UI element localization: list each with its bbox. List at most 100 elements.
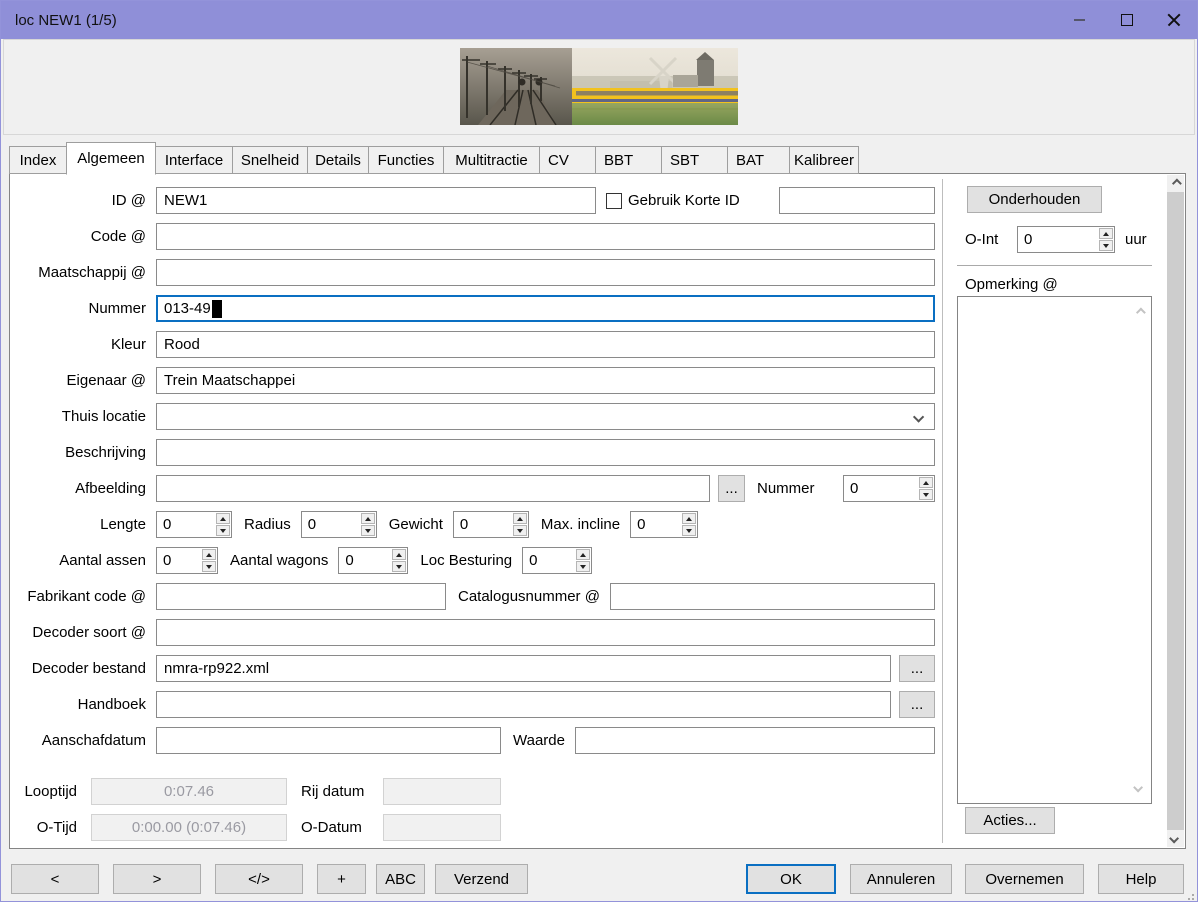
tab-sbt[interactable]: SBT — [661, 146, 728, 174]
onderhouden-button[interactable]: Onderhouden — [967, 186, 1102, 213]
panel-scrollbar[interactable] — [1167, 175, 1184, 847]
fabrikant-code-input[interactable] — [156, 583, 446, 610]
opmerking-label: Opmerking @ — [965, 276, 1152, 293]
spin-down-button[interactable] — [392, 561, 406, 572]
tab-interface[interactable]: Interface — [155, 146, 233, 174]
looptijd-field: 0:07.46 — [91, 778, 287, 805]
chevron-down-icon — [1169, 834, 1179, 844]
abc-button[interactable]: ABC — [376, 864, 425, 894]
maximize-button[interactable] — [1103, 1, 1150, 39]
max-incline-spinner[interactable]: 0 — [630, 511, 698, 538]
title-bar[interactable]: loc NEW1 (1/5) — [1, 1, 1197, 39]
row-nummer: Nummer 013-49 — [10, 295, 935, 322]
gebruik-korte-id-checkbox[interactable] — [606, 193, 622, 209]
tab-bbt[interactable]: BBT — [595, 146, 662, 174]
spin-up-button[interactable] — [361, 513, 375, 524]
close-button[interactable] — [1150, 1, 1197, 39]
decoder-soort-input[interactable] — [156, 619, 935, 646]
spin-up-button[interactable] — [1099, 228, 1113, 239]
spin-up-button[interactable] — [682, 513, 696, 524]
short-id-input[interactable] — [779, 187, 935, 214]
spin-up-button[interactable] — [513, 513, 527, 524]
lengte-spinner[interactable]: 0 — [156, 511, 232, 538]
aantal-wagons-spinner[interactable]: 0 — [338, 547, 408, 574]
row-id: ID @ NEW1 Gebruik Korte ID — [10, 187, 935, 214]
aantal-assen-label: Aantal assen — [10, 552, 156, 569]
beschrijving-input[interactable] — [156, 439, 935, 466]
tab-bat[interactable]: BAT — [727, 146, 790, 174]
tab-algemeen[interactable]: Algemeen — [66, 142, 156, 175]
tab-kalibreer[interactable]: Kalibreer — [789, 146, 859, 174]
spin-down-button[interactable] — [216, 525, 230, 536]
o-int-spinner[interactable]: 0 — [1017, 226, 1115, 253]
tab-label: Index — [20, 152, 57, 169]
loc-properties-dialog: loc NEW1 (1/5) — [0, 0, 1198, 902]
spin-down-button[interactable] — [682, 525, 696, 536]
opmerking-textarea[interactable] — [957, 296, 1152, 804]
row-aantal: Aantal assen 0 Aantal wagons 0 Loc Bestu… — [10, 547, 935, 574]
afbeelding-browse-button[interactable]: ... — [718, 475, 745, 502]
minimize-icon — [1074, 19, 1085, 21]
acties-button[interactable]: Acties... — [965, 807, 1055, 834]
decoder-bestand-browse-button[interactable]: ... — [899, 655, 935, 682]
prev-loc-button[interactable]: < — [11, 864, 99, 894]
handboek-input[interactable] — [156, 691, 891, 718]
tab-details[interactable]: Details — [307, 146, 369, 174]
radius-spinner[interactable]: 0 — [301, 511, 377, 538]
catalogusnummer-input[interactable] — [610, 583, 935, 610]
id-input[interactable]: NEW1 — [156, 187, 596, 214]
tab-snelheid[interactable]: Snelheid — [232, 146, 308, 174]
spin-up-button[interactable] — [202, 549, 216, 560]
maatschappij-input[interactable] — [156, 259, 935, 286]
spin-down-button[interactable] — [361, 525, 375, 536]
aanschafdatum-input[interactable] — [156, 727, 501, 754]
resize-grip[interactable] — [1186, 892, 1194, 900]
spin-up-button[interactable] — [392, 549, 406, 560]
overnemen-button[interactable]: Overnemen — [965, 864, 1084, 894]
kleur-label: Kleur — [10, 336, 156, 353]
next-loc-button[interactable]: > — [113, 864, 201, 894]
afbeelding-nummer-spinner[interactable]: 0 — [843, 475, 935, 502]
tab-cv[interactable]: CV — [539, 146, 596, 174]
spin-down-button[interactable] — [1099, 240, 1113, 251]
tab-multitractie[interactable]: Multitractie — [443, 146, 540, 174]
aantal-wagons-value: 0 — [339, 548, 391, 573]
annuleren-button[interactable]: Annuleren — [850, 864, 952, 894]
verzend-button[interactable]: Verzend — [435, 864, 528, 894]
decoder-bestand-input[interactable]: nmra-rp922.xml — [156, 655, 891, 682]
eigenaar-input[interactable]: Trein Maatschappei — [156, 367, 935, 394]
help-button[interactable]: Help — [1098, 864, 1184, 894]
spin-down-button[interactable] — [202, 561, 216, 572]
minimize-button[interactable] — [1056, 1, 1103, 39]
kleur-input[interactable]: Rood — [156, 331, 935, 358]
row-code: Code @ — [10, 223, 935, 250]
handboek-label: Handboek — [10, 696, 156, 713]
tab-label: BBT — [604, 152, 633, 169]
id-label: ID @ — [10, 192, 156, 209]
scrollbar-thumb[interactable] — [1167, 192, 1184, 830]
spin-down-button[interactable] — [576, 561, 590, 572]
spin-up-button[interactable] — [216, 513, 230, 524]
xml-code-button[interactable]: </> — [215, 864, 303, 894]
spin-up-button[interactable] — [919, 477, 933, 488]
add-button[interactable]: + — [317, 864, 366, 894]
aantal-assen-spinner[interactable]: 0 — [156, 547, 218, 574]
afbeelding-input[interactable] — [156, 475, 710, 502]
waarde-input[interactable] — [575, 727, 935, 754]
scrollbar-up-button[interactable] — [1167, 175, 1184, 192]
loc-besturing-spinner[interactable]: 0 — [522, 547, 592, 574]
tab-functies[interactable]: Functies — [368, 146, 444, 174]
window-controls — [1056, 1, 1197, 39]
spin-down-button[interactable] — [513, 525, 527, 536]
nummer-input[interactable]: 013-49 — [156, 295, 935, 322]
spin-up-button[interactable] — [576, 549, 590, 560]
tab-index[interactable]: Index — [9, 146, 67, 174]
scrollbar-down-button[interactable] — [1167, 830, 1184, 847]
handboek-browse-button[interactable]: ... — [899, 691, 935, 718]
o-int-value: 0 — [1018, 227, 1098, 252]
spin-down-button[interactable] — [919, 489, 933, 500]
gewicht-spinner[interactable]: 0 — [453, 511, 529, 538]
code-input[interactable] — [156, 223, 935, 250]
ok-button[interactable]: OK — [746, 864, 836, 894]
thuis-locatie-dropdown[interactable] — [156, 403, 935, 430]
